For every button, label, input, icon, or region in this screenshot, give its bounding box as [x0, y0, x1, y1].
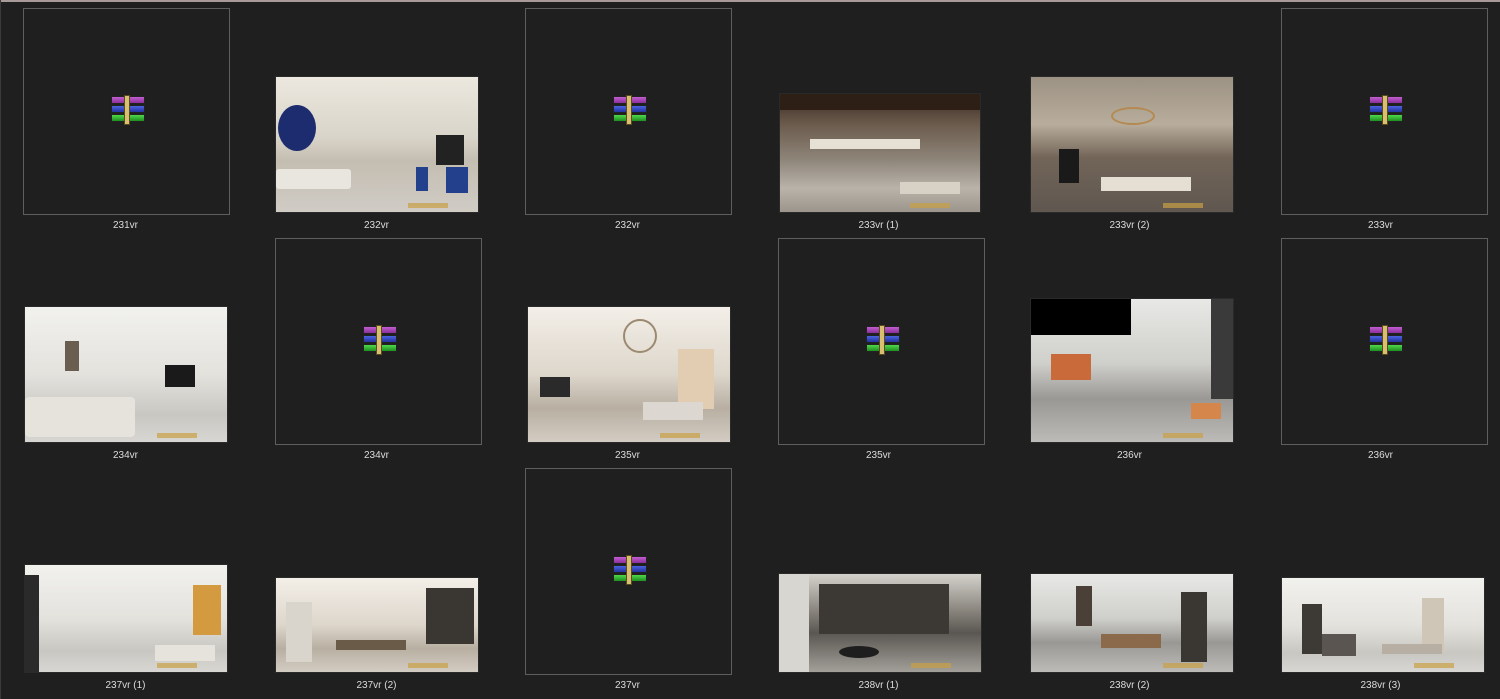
- file-item[interactable]: 232vr: [502, 0, 753, 231]
- image-thumbnail: [1282, 578, 1484, 672]
- archive-icon: [363, 325, 397, 355]
- watermark: [1414, 663, 1454, 668]
- image-thumbnail: [1031, 574, 1233, 672]
- file-name: 238vr (3): [1360, 680, 1401, 691]
- archive-thumbnail-frame: [525, 8, 732, 215]
- archive-thumbnail-frame: [1281, 238, 1488, 445]
- file-item[interactable]: 238vr (2): [1004, 460, 1255, 691]
- file-item[interactable]: 236vr: [1004, 230, 1255, 461]
- file-item[interactable]: 237vr (1): [0, 460, 251, 691]
- image-thumbnail: [1031, 299, 1233, 442]
- watermark: [1163, 663, 1203, 668]
- file-item[interactable]: 234vr: [251, 230, 502, 461]
- file-name: 237vr (1): [105, 680, 146, 691]
- archive-icon: [613, 95, 647, 125]
- archive-thumbnail-frame: [275, 238, 482, 445]
- file-item[interactable]: 233vr (1): [753, 0, 1004, 231]
- watermark: [660, 433, 700, 438]
- image-thumbnail: [276, 77, 478, 212]
- image-thumbnail: [276, 578, 478, 672]
- file-item[interactable]: 238vr (3): [1255, 460, 1500, 691]
- archive-thumbnail-frame: [778, 238, 985, 445]
- file-item[interactable]: 231vr: [0, 0, 251, 231]
- file-item[interactable]: 237vr: [502, 460, 753, 691]
- watermark: [157, 433, 197, 438]
- watermark: [910, 203, 950, 208]
- file-item[interactable]: 235vr: [753, 230, 1004, 461]
- image-thumbnail: [1031, 77, 1233, 212]
- watermark: [408, 203, 448, 208]
- file-name: 237vr: [614, 680, 640, 691]
- watermark: [408, 663, 448, 668]
- image-thumbnail: [25, 307, 227, 442]
- archive-thumbnail-frame: [23, 8, 230, 215]
- archive-thumbnail-frame: [525, 468, 732, 675]
- file-name: 238vr (2): [1109, 680, 1150, 691]
- archive-icon: [613, 555, 647, 585]
- archive-icon: [1369, 95, 1403, 125]
- image-thumbnail: [779, 574, 981, 672]
- archive-thumbnail-frame: [1281, 8, 1488, 215]
- watermark: [911, 663, 951, 668]
- file-item[interactable]: 233vr (2): [1004, 0, 1255, 231]
- file-item[interactable]: 237vr (2): [251, 460, 502, 691]
- watermark: [1163, 433, 1203, 438]
- image-thumbnail: [528, 307, 730, 442]
- file-item[interactable]: 234vr: [0, 230, 251, 461]
- image-thumbnail: [780, 94, 980, 212]
- archive-icon: [1369, 325, 1403, 355]
- watermark: [1163, 203, 1203, 208]
- file-item[interactable]: 236vr: [1255, 230, 1500, 461]
- file-item[interactable]: 232vr: [251, 0, 502, 231]
- file-name: 237vr (2): [356, 680, 397, 691]
- archive-icon: [866, 325, 900, 355]
- archive-icon: [111, 95, 145, 125]
- watermark: [157, 663, 197, 668]
- image-thumbnail: [25, 565, 227, 672]
- file-name: 238vr (1): [858, 680, 899, 691]
- file-item[interactable]: 235vr: [502, 230, 753, 461]
- file-grid: 231vr 232vr 232vr 233vr (1) 233vr (2) 23…: [0, 0, 1500, 699]
- file-item[interactable]: 233vr: [1255, 0, 1500, 231]
- file-item[interactable]: 238vr (1): [753, 460, 1004, 691]
